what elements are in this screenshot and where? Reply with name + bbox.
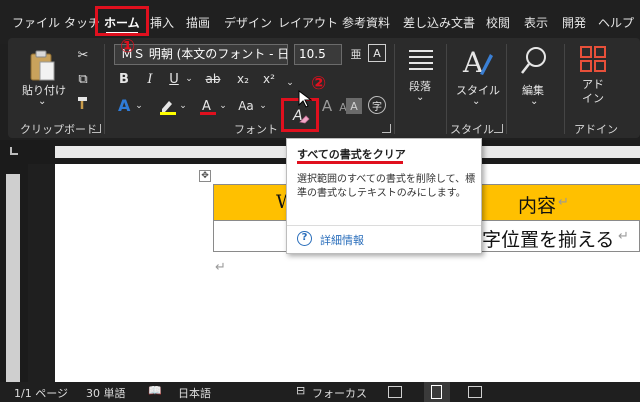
superscript-button[interactable]: x² — [260, 69, 278, 89]
bold-button[interactable]: B — [116, 69, 132, 89]
font-size-combobox[interactable]: 10.5 — [294, 44, 342, 65]
table-body-cell-2[interactable]: 字位置を揃える — [482, 225, 614, 252]
font-size-dropdown-arrow-icon[interactable]: ⌄ — [284, 76, 296, 90]
copy-icon[interactable]: ⧉ — [74, 70, 92, 88]
subscript-button[interactable]: x₂ — [234, 69, 252, 89]
tab-help[interactable]: ヘルプ — [598, 14, 634, 32]
underline-button[interactable]: U — [166, 69, 182, 89]
font-group-label: フォント — [234, 123, 278, 136]
status-focus[interactable]: フォーカス — [312, 385, 367, 401]
char-shading-icon[interactable]: A — [346, 98, 362, 114]
tab-draw[interactable]: 描画 — [186, 14, 210, 32]
text-effects-dropdown-icon[interactable]: ⌄ — [134, 98, 144, 114]
clipboard-launcher-icon[interactable] — [92, 124, 101, 133]
tab-mailings[interactable]: 差し込み文書 — [403, 14, 475, 32]
tab-insert[interactable]: 挿入 — [150, 14, 174, 32]
strikethrough-button[interactable]: ab — [202, 69, 224, 89]
read-mode-icon[interactable] — [388, 386, 402, 398]
svg-text:A: A — [118, 96, 131, 115]
tab-developer[interactable]: 開発 — [562, 14, 586, 32]
styles-icon[interactable]: A — [460, 44, 494, 78]
annotation-marker-2: ② — [311, 73, 327, 94]
group-separator — [394, 44, 395, 134]
search-icon[interactable] — [518, 44, 550, 78]
underline-dropdown-icon[interactable]: ⌄ — [184, 71, 194, 87]
tab-review[interactable]: 校閲 — [486, 14, 510, 32]
styles-dropdown-icon[interactable]: ⌄ — [472, 96, 480, 107]
font-color-icon[interactable]: A — [198, 96, 218, 116]
status-language[interactable]: 日本語 — [178, 385, 211, 401]
font-color-dropdown-icon[interactable]: ⌄ — [218, 98, 228, 114]
addins-group-label: アドイン — [574, 123, 618, 136]
tooltip-divider — [287, 225, 481, 226]
tooltip-more-info-link[interactable]: 詳細情報 — [320, 232, 364, 248]
styles-group-label: スタイル — [450, 123, 494, 136]
addins-label[interactable]: アド イン — [582, 78, 604, 106]
cut-icon[interactable]: ✂ — [74, 46, 92, 64]
tooltip-title: すべての書式をクリア — [297, 148, 406, 161]
tooltip-description: 選択範囲のすべての書式を削除して、標準の書式なしテキストのみにします。 — [297, 174, 476, 199]
grow-font-icon[interactable]: A — [318, 96, 336, 116]
paragraph-mark: ↵ — [558, 195, 569, 210]
tab-view[interactable]: 表示 — [524, 14, 548, 32]
paragraph-mark: ↵ — [618, 229, 629, 244]
tab-selector-icon[interactable] — [10, 147, 18, 155]
print-layout-button[interactable] — [424, 382, 450, 402]
enclose-char-icon[interactable]: 字 — [368, 96, 386, 114]
group-separator — [446, 44, 447, 134]
paste-icon[interactable] — [24, 46, 60, 84]
vertical-ruler[interactable] — [0, 164, 28, 382]
web-layout-icon[interactable] — [468, 386, 482, 398]
change-case-dropdown-icon[interactable]: ⌄ — [258, 98, 268, 114]
vertical-ruler-strip — [6, 174, 20, 382]
mouse-cursor-icon — [298, 90, 313, 108]
status-page-count[interactable]: 1/1 ページ — [14, 385, 68, 401]
editing-dropdown-icon[interactable]: ⌄ — [530, 96, 538, 107]
font-launcher-icon[interactable] — [382, 124, 391, 133]
tab-layout[interactable]: レイアウト — [278, 14, 338, 32]
highlight-color-icon[interactable] — [158, 96, 178, 116]
clipboard-group-label: クリップボード — [20, 123, 97, 136]
annotation-marker-1: ① — [120, 36, 136, 57]
addins-icon[interactable] — [578, 44, 608, 74]
highlight-dropdown-icon[interactable]: ⌄ — [178, 98, 188, 114]
help-icon[interactable]: ? — [297, 231, 312, 246]
svg-text:A: A — [202, 99, 211, 114]
group-separator — [104, 44, 105, 134]
tab-design[interactable]: デザイン — [224, 14, 272, 32]
tooltip-title-underline — [297, 161, 403, 164]
proofing-icon[interactable]: 📖 — [148, 384, 162, 397]
table-move-handle-icon[interactable]: ✥ — [199, 170, 211, 182]
paragraph-mark: ↵ — [215, 260, 226, 275]
paragraph-dropdown-icon[interactable]: ⌄ — [416, 92, 424, 103]
format-painter-icon[interactable] — [74, 94, 92, 112]
char-border-icon[interactable]: A — [368, 44, 386, 62]
status-word-count[interactable]: 30 単語 — [86, 385, 126, 401]
focus-icon[interactable]: ⊟ — [296, 384, 305, 397]
group-separator — [506, 44, 507, 134]
tab-file[interactable]: ファイル — [12, 14, 60, 32]
phonetic-guide-icon[interactable]: 亜 — [348, 44, 364, 64]
paste-dropdown-icon[interactable]: ⌄ — [38, 96, 46, 107]
table-header-cell-2[interactable]: 内容 — [518, 191, 556, 218]
styles-launcher-icon[interactable] — [494, 124, 503, 133]
text-effects-icon[interactable]: A — [116, 94, 134, 116]
home-tab-highlight — [95, 6, 149, 36]
status-bar: 1/1 ページ 30 単語 📖 日本語 ⊟ フォーカス — [0, 382, 640, 402]
paragraph-icon[interactable] — [406, 46, 436, 72]
change-case-icon[interactable]: Aa — [234, 96, 258, 116]
tab-references[interactable]: 参考資料 — [342, 14, 390, 32]
italic-button[interactable]: I — [142, 69, 158, 89]
print-layout-icon — [431, 385, 442, 399]
group-separator — [564, 44, 565, 134]
font-name-combobox[interactable]: ＭＳ 明朝 (本文のフォント - 日: — [114, 44, 288, 65]
clear-formatting-tooltip: すべての書式をクリア 選択範囲のすべての書式を削除して、標準の書式なしテキストの… — [286, 138, 482, 254]
